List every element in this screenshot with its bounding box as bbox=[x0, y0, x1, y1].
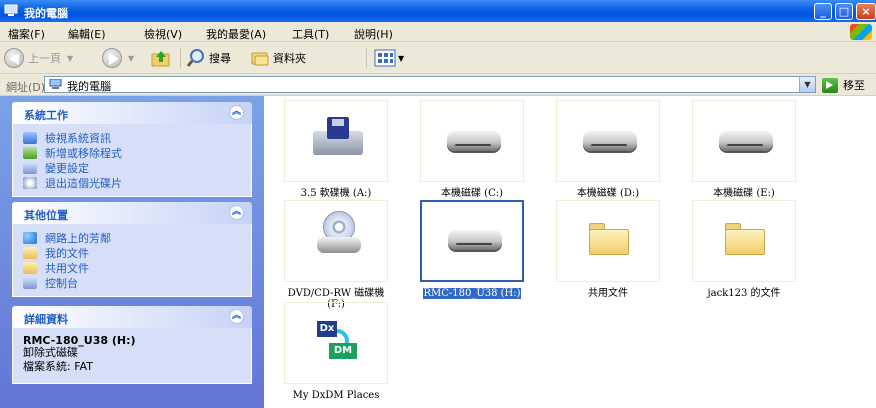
window-title: 我的電腦 bbox=[24, 7, 68, 20]
cd-drive-icon bbox=[317, 211, 361, 261]
back-label: 上一頁 bbox=[28, 52, 61, 65]
windows-logo-icon bbox=[850, 24, 872, 40]
search-label: 搜尋 bbox=[209, 52, 231, 65]
details-filesystem: 檔案系統: FAT bbox=[23, 360, 93, 373]
settings-icon bbox=[23, 161, 37, 174]
panel-title: 系統工作 bbox=[24, 109, 68, 122]
floppy-drive-icon bbox=[313, 117, 363, 157]
menu-edit[interactable]: 編輯(E) bbox=[68, 26, 106, 42]
network-places-link[interactable]: 網路上的芳鄰 bbox=[23, 230, 251, 245]
minimize-button[interactable]: _ bbox=[814, 3, 832, 20]
hard-drive-icon bbox=[719, 131, 773, 151]
forward-arrow-icon bbox=[102, 48, 122, 68]
up-folder-button[interactable] bbox=[150, 48, 172, 68]
eject-disc-link[interactable]: 退出這個光碟片 bbox=[23, 175, 251, 190]
collapse-icon[interactable]: ︽ bbox=[229, 309, 244, 324]
panel-title: 其他位置 bbox=[24, 209, 68, 222]
add-remove-programs-link[interactable]: 新增或移除程式 bbox=[23, 145, 251, 160]
shared-documents-link[interactable]: 共用文件 bbox=[23, 260, 251, 275]
add-remove-icon bbox=[23, 146, 37, 159]
view-system-info-link[interactable]: 檢視系統資訊 bbox=[23, 130, 251, 145]
chevron-down-icon[interactable]: ▼ bbox=[67, 54, 73, 63]
item-label: jack123 的文件 bbox=[707, 288, 781, 299]
chevron-down-icon[interactable]: ▼ bbox=[398, 54, 404, 63]
menu-help[interactable]: 說明(H) bbox=[354, 26, 393, 42]
menu-view[interactable]: 檢視(V) bbox=[144, 26, 182, 42]
my-computer-icon bbox=[4, 4, 18, 16]
content-area: 3.5 軟碟機 (A:) 本機磁碟 (C:) 本機磁碟 (D:) 本機磁碟 (E… bbox=[264, 96, 876, 408]
control-panel-icon bbox=[23, 276, 37, 289]
hard-drive-icon bbox=[583, 131, 637, 151]
folder-icon bbox=[725, 223, 765, 255]
removable-drive-icon bbox=[448, 230, 502, 250]
collapse-icon[interactable]: ︽ bbox=[229, 205, 244, 220]
my-computer-icon bbox=[49, 79, 62, 89]
my-documents-link[interactable]: 我的文件 bbox=[23, 245, 251, 260]
item-label: 3.5 軟碟機 (A:) bbox=[300, 188, 372, 199]
item-label: 共用文件 bbox=[588, 288, 628, 299]
go-label: 移至 bbox=[843, 79, 865, 92]
task-pane: 系統工作 ︽ 檢視系統資訊 新增或移除程式 變更設定 退出這個光碟片 其他位置 … bbox=[0, 96, 264, 408]
details-header[interactable]: 詳細資料 ︽ bbox=[12, 306, 252, 328]
item-label: 本機磁碟 (E:) bbox=[713, 188, 775, 199]
menu-file[interactable]: 檔案(F) bbox=[8, 26, 45, 42]
search-icon bbox=[186, 49, 204, 67]
folder-icon bbox=[23, 246, 37, 259]
address-value: 我的電腦 bbox=[67, 80, 111, 93]
item-label: DVD/CD-RW 磁碟機 bbox=[287, 288, 385, 299]
close-button[interactable]: × bbox=[856, 3, 876, 20]
menu-favorites[interactable]: 我的最愛(A) bbox=[206, 26, 266, 42]
network-icon bbox=[23, 231, 37, 244]
item-label: RMC-180_U38 (H:) bbox=[423, 288, 521, 299]
folders-label: 資料夾 bbox=[273, 52, 306, 65]
dxdm-icon: Dx DM bbox=[317, 321, 357, 365]
item-label: 本機磁碟 (C:) bbox=[440, 188, 503, 199]
system-info-icon bbox=[23, 131, 37, 144]
address-input[interactable]: 我的電腦 ▼ bbox=[44, 76, 816, 93]
address-dropdown-icon[interactable]: ▼ bbox=[799, 77, 815, 92]
details-type: 卸除式磁碟 bbox=[23, 346, 78, 359]
folder-icon bbox=[23, 261, 37, 274]
menu-tools[interactable]: 工具(T) bbox=[292, 26, 329, 42]
title-bar[interactable]: 我的電腦 _ □ × bbox=[0, 0, 876, 22]
item-label: My DxDM Places bbox=[292, 390, 380, 401]
eject-disc-icon bbox=[23, 176, 37, 189]
search-button[interactable]: 搜尋 bbox=[186, 48, 231, 68]
folders-icon bbox=[251, 52, 269, 66]
go-arrow-icon bbox=[822, 77, 838, 93]
item-label: 本機磁碟 (D:) bbox=[576, 188, 640, 199]
toolbar: 上一頁 ▼ ▼ 搜尋 資料夾 ▼ bbox=[0, 42, 876, 74]
other-places-panel: 其他位置 ︽ 網路上的芳鄰 我的文件 共用文件 控制台 bbox=[12, 202, 252, 297]
panel-title: 詳細資料 bbox=[24, 313, 68, 326]
up-folder-icon bbox=[151, 51, 170, 67]
back-button[interactable]: 上一頁 ▼ bbox=[4, 48, 73, 68]
back-arrow-icon bbox=[4, 48, 24, 68]
views-button[interactable]: ▼ bbox=[374, 48, 404, 68]
change-settings-link[interactable]: 變更設定 bbox=[23, 160, 251, 175]
details-panel: 詳細資料 ︽ RMC-180_U38 (H:) 卸除式磁碟 檔案系統: FAT bbox=[12, 306, 252, 384]
forward-button[interactable]: ▼ bbox=[102, 48, 134, 68]
folders-button[interactable]: 資料夾 bbox=[250, 48, 306, 68]
address-bar: 網址(D) 我的電腦 ▼ 移至 bbox=[0, 74, 876, 96]
other-places-header[interactable]: 其他位置 ︽ bbox=[12, 202, 252, 224]
views-icon bbox=[374, 49, 396, 67]
address-label: 網址(D) bbox=[6, 81, 46, 94]
folder-icon bbox=[589, 223, 629, 255]
chevron-down-icon[interactable]: ▼ bbox=[128, 54, 134, 63]
collapse-icon[interactable]: ︽ bbox=[229, 105, 244, 120]
hard-drive-icon bbox=[447, 131, 501, 151]
go-button[interactable]: 移至 bbox=[822, 77, 865, 93]
system-tasks-header[interactable]: 系統工作 ︽ bbox=[12, 102, 252, 124]
menu-bar: 檔案(F) 編輯(E) 檢視(V) 我的最愛(A) 工具(T) 說明(H) bbox=[0, 22, 876, 42]
maximize-button[interactable]: □ bbox=[835, 3, 853, 20]
control-panel-link[interactable]: 控制台 bbox=[23, 275, 251, 290]
system-tasks-panel: 系統工作 ︽ 檢視系統資訊 新增或移除程式 變更設定 退出這個光碟片 bbox=[12, 102, 252, 197]
